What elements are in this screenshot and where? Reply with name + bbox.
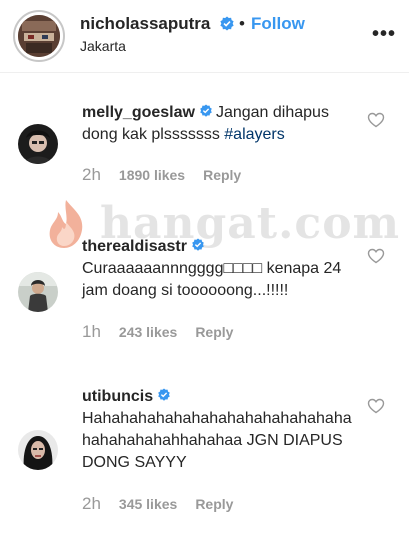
comment-time: 1h bbox=[82, 322, 101, 341]
comment-text: Hahahahahahahahahahahahahahahahahahahaha… bbox=[82, 410, 352, 471]
separator-dot: • bbox=[239, 14, 245, 33]
hashtag-link[interactable]: #alayers bbox=[224, 126, 284, 143]
verified-badge-icon bbox=[158, 388, 170, 401]
more-options-icon[interactable]: ••• bbox=[372, 24, 396, 44]
reply-button[interactable]: Reply bbox=[195, 496, 233, 512]
comment-username[interactable]: therealdisastr bbox=[82, 238, 187, 255]
follow-button[interactable]: Follow bbox=[251, 14, 305, 34]
avatar[interactable] bbox=[18, 272, 58, 312]
comment-text: Curaaaaaannngggg□□□□ kenapa 24 jam doang… bbox=[82, 260, 342, 299]
avatar-image bbox=[18, 15, 60, 57]
comment-meta: 1h 243 likes Reply bbox=[82, 322, 233, 342]
header-divider bbox=[0, 72, 409, 73]
avatar[interactable] bbox=[18, 430, 58, 470]
comment-username[interactable]: melly_goeslaw bbox=[82, 104, 195, 121]
comment-likes[interactable]: 1890 likes bbox=[119, 167, 185, 183]
verified-badge-icon bbox=[200, 104, 212, 117]
comment-body: utibuncis Hahahahahahahahahahahahahahahah… bbox=[82, 386, 352, 474]
comment-body: therealdisastr Curaaaaaannngggg□□□□ kenap… bbox=[82, 236, 352, 302]
avatar[interactable] bbox=[18, 124, 58, 164]
verified-badge-icon bbox=[220, 16, 234, 31]
comment-body: melly_goeslaw Jangan dihapus dong kak pls… bbox=[82, 102, 352, 146]
avatar[interactable] bbox=[13, 10, 65, 62]
post-author-username[interactable]: nicholassaputra bbox=[80, 14, 210, 34]
comment-username[interactable]: utibuncis bbox=[82, 388, 153, 405]
comment-meta: 2h 1890 likes Reply bbox=[82, 165, 241, 185]
comment-likes[interactable]: 243 likes bbox=[119, 324, 177, 340]
post-comments-panel: nicholassaputra • Follow Jakarta ••• han… bbox=[0, 0, 409, 533]
post-location[interactable]: Jakarta bbox=[80, 38, 126, 54]
comment-meta: 2h 345 likes Reply bbox=[82, 494, 233, 514]
reply-button[interactable]: Reply bbox=[195, 324, 233, 340]
reply-button[interactable]: Reply bbox=[203, 167, 241, 183]
comment-time: 2h bbox=[82, 165, 101, 184]
post-header: nicholassaputra • Follow Jakarta ••• bbox=[0, 0, 409, 68]
verified-badge-icon bbox=[192, 238, 204, 251]
comment-time: 2h bbox=[82, 494, 101, 513]
like-heart-icon[interactable] bbox=[367, 112, 385, 128]
like-heart-icon[interactable] bbox=[367, 248, 385, 264]
like-heart-icon[interactable] bbox=[367, 398, 385, 414]
comment-likes[interactable]: 345 likes bbox=[119, 496, 177, 512]
